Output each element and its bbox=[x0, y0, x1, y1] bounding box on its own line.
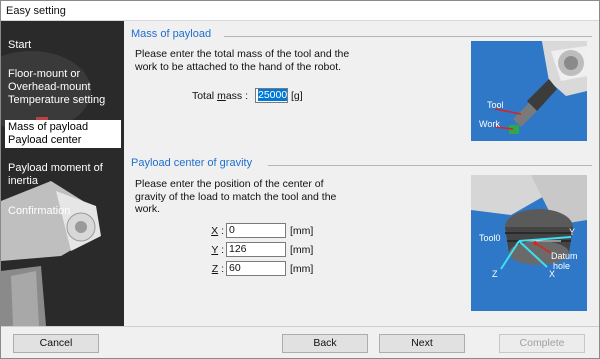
y-axis-label: Y bbox=[569, 227, 575, 237]
total-mass-label: Total mass : bbox=[191, 90, 248, 102]
center-section-divider bbox=[268, 165, 592, 166]
z-unit: [mm] bbox=[290, 263, 314, 275]
y-label: Y : bbox=[211, 244, 224, 256]
total-mass-input[interactable]: 25000 bbox=[255, 88, 288, 103]
back-button[interactable]: Back bbox=[282, 334, 368, 353]
x-unit: [mm] bbox=[290, 225, 314, 237]
datum-label: Datum bbox=[551, 251, 578, 261]
z-axis-label: Z bbox=[492, 269, 498, 279]
center-section-title: Payload center of gravity bbox=[131, 157, 253, 169]
sidebar-item-mounting[interactable]: Floor-mount or Overhead-mount Temperatur… bbox=[8, 68, 105, 107]
hole-label: hole bbox=[553, 261, 570, 271]
sidebar: Start Floor-mount or Overhead-mount Temp… bbox=[1, 21, 124, 326]
button-bar: Cancel Back Next Complete bbox=[1, 326, 599, 358]
sidebar-item-start[interactable]: Start bbox=[8, 39, 31, 52]
sidebar-item-confirmation[interactable]: Confirmation bbox=[8, 205, 70, 218]
tool-work-illustration: Tool Work bbox=[471, 41, 587, 141]
mass-section-divider bbox=[224, 36, 592, 37]
sidebar-item-payload-mass[interactable]: Mass of payload Payload center bbox=[5, 120, 121, 148]
z-label: Z : bbox=[211, 263, 224, 275]
tool-label: Tool bbox=[487, 100, 504, 110]
sidebar-item-moment-of-inertia[interactable]: Payload moment of inertia bbox=[8, 162, 103, 188]
y-input[interactable]: 126 bbox=[226, 242, 286, 257]
complete-button[interactable]: Complete bbox=[499, 334, 585, 353]
x-label: X : bbox=[211, 225, 224, 237]
window-title: Easy setting bbox=[1, 1, 599, 21]
main-panel: Mass of payload Please enter the total m… bbox=[124, 21, 599, 326]
easy-setting-dialog: Easy setting Start Floor-mount or Overhe… bbox=[0, 0, 600, 359]
center-description: Please enter the position of the center … bbox=[135, 178, 337, 215]
z-input[interactable]: 60 bbox=[226, 261, 286, 276]
mass-unit: [g] bbox=[291, 90, 303, 102]
y-unit: [mm] bbox=[290, 244, 314, 256]
cancel-button[interactable]: Cancel bbox=[13, 334, 99, 353]
mass-section-title: Mass of payload bbox=[131, 28, 212, 40]
tool0-label: Tool0 bbox=[479, 233, 501, 243]
mass-description: Please enter the total mass of the tool … bbox=[135, 48, 350, 73]
work-label: Work bbox=[479, 119, 500, 129]
x-input[interactable]: 0 bbox=[226, 223, 286, 238]
center-of-gravity-illustration: Tool0 Y Z X Datum hole bbox=[471, 175, 587, 311]
next-button[interactable]: Next bbox=[379, 334, 465, 353]
